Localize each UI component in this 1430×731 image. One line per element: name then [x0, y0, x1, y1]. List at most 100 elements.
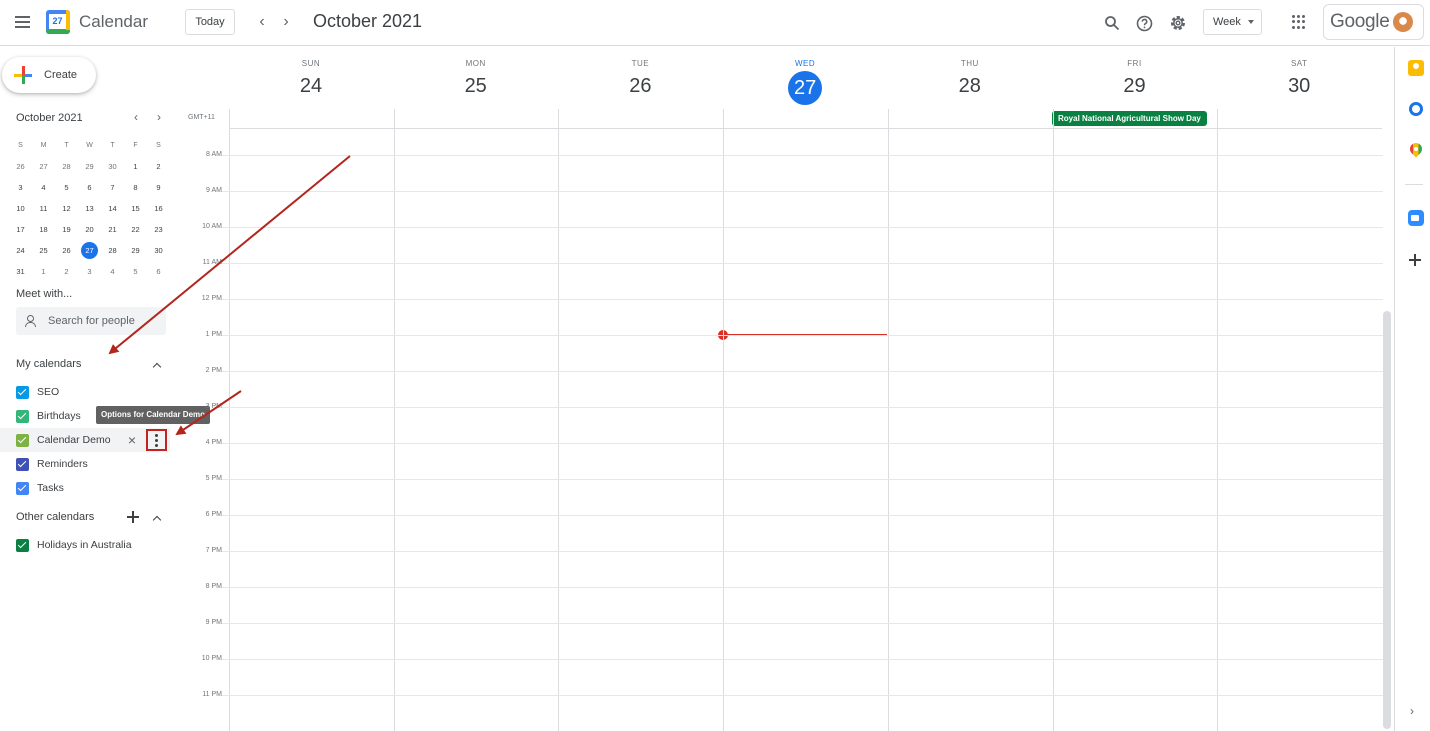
- day-header[interactable]: WED 27: [723, 47, 887, 109]
- main-menu-button[interactable]: [8, 8, 36, 36]
- mini-calendar-day[interactable]: 15: [124, 204, 147, 213]
- calendar-item[interactable]: SEO: [0, 380, 180, 404]
- day-number[interactable]: 26: [558, 75, 722, 98]
- day-number[interactable]: 29: [1053, 75, 1217, 98]
- mini-calendar-day[interactable]: 29: [124, 246, 147, 255]
- mini-calendar-day[interactable]: 31: [9, 267, 32, 276]
- view-selector[interactable]: Week: [1203, 9, 1262, 35]
- calendar-item[interactable]: Tasks: [0, 476, 180, 500]
- day-header[interactable]: THU 28: [888, 47, 1052, 109]
- add-other-calendar-icon[interactable]: [126, 510, 140, 524]
- my-calendars-title[interactable]: My calendars: [16, 358, 81, 370]
- day-number[interactable]: 28: [888, 75, 1052, 98]
- mini-calendar-day[interactable]: 3: [78, 267, 101, 276]
- account-button[interactable]: Google: [1323, 4, 1424, 40]
- remove-calendar-icon[interactable]: ×: [126, 433, 138, 447]
- calendar-item[interactable]: Holidays in Australia: [0, 533, 180, 557]
- day-header[interactable]: SAT 30: [1217, 47, 1381, 109]
- mini-calendar-day[interactable]: 13: [78, 204, 101, 213]
- collapse-my-calendars-icon[interactable]: [150, 358, 164, 372]
- mini-calendar-day[interactable]: 29: [78, 162, 101, 171]
- expand-panel-icon[interactable]: ›: [1410, 704, 1414, 718]
- mini-calendar-day[interactable]: 2: [147, 162, 170, 171]
- mini-calendar-day[interactable]: 3: [9, 183, 32, 192]
- previous-week-button[interactable]: ‹: [252, 12, 272, 32]
- hour-gridline: [221, 479, 1383, 480]
- vertical-scrollbar[interactable]: [1383, 311, 1391, 729]
- create-button[interactable]: Create: [2, 57, 96, 93]
- mini-calendar-day[interactable]: 7: [101, 183, 124, 192]
- tasks-icon[interactable]: [1409, 102, 1423, 116]
- mini-calendar-day[interactable]: 9: [147, 183, 170, 192]
- mini-calendar-weekday-row: SMTWTFS: [9, 135, 170, 156]
- mini-calendar-day[interactable]: 12: [55, 204, 78, 213]
- mini-calendar-day[interactable]: 26: [9, 162, 32, 171]
- keep-icon[interactable]: [1408, 60, 1424, 76]
- mini-calendar-day[interactable]: 11: [32, 204, 55, 213]
- mini-calendar-day[interactable]: 10: [9, 204, 32, 213]
- mini-calendar-next-button[interactable]: ›: [152, 110, 166, 124]
- mini-calendar-day[interactable]: 5: [124, 267, 147, 276]
- calendar-item[interactable]: Reminders: [0, 452, 180, 476]
- calendar-checkbox[interactable]: [16, 409, 29, 423]
- mini-calendar-day[interactable]: 26: [55, 246, 78, 255]
- other-calendars-title[interactable]: Other calendars: [16, 511, 94, 523]
- mini-calendar-day[interactable]: 30: [101, 162, 124, 171]
- mini-calendar-day[interactable]: 21: [101, 225, 124, 234]
- mini-calendar-day[interactable]: 23: [147, 225, 170, 234]
- day-header[interactable]: SUN 24: [229, 47, 393, 109]
- mini-calendar-day[interactable]: 17: [9, 225, 32, 234]
- mini-calendar-day[interactable]: 20: [78, 225, 101, 234]
- mini-calendar-day[interactable]: 6: [78, 183, 101, 192]
- today-button[interactable]: Today: [185, 9, 235, 35]
- mini-calendar-day[interactable]: 2: [55, 267, 78, 276]
- calendar-checkbox[interactable]: [16, 481, 29, 495]
- time-grid[interactable]: Royal National Agricultural Show Day 8 A…: [202, 109, 1383, 731]
- day-header[interactable]: TUE 26: [558, 47, 722, 109]
- mini-calendar-day[interactable]: 4: [32, 183, 55, 192]
- mini-calendar-day[interactable]: 27: [32, 162, 55, 171]
- next-week-button[interactable]: ›: [276, 12, 296, 32]
- mini-calendar-day[interactable]: 30: [147, 246, 170, 255]
- day-number[interactable]: 30: [1217, 75, 1381, 98]
- mini-calendar-today[interactable]: 27: [78, 242, 101, 259]
- mini-calendar-day[interactable]: 18: [32, 225, 55, 234]
- google-apps-button[interactable]: [1292, 15, 1306, 29]
- hour-label: 10 PM: [201, 655, 222, 662]
- mini-calendar-day[interactable]: 19: [55, 225, 78, 234]
- mini-calendar-day[interactable]: 8: [124, 183, 147, 192]
- calendar-checkbox[interactable]: [16, 457, 29, 471]
- zoom-addon-icon[interactable]: [1408, 210, 1424, 226]
- mini-calendar-day[interactable]: 16: [147, 204, 170, 213]
- mini-calendar-day[interactable]: 28: [55, 162, 78, 171]
- calendar-item[interactable]: Calendar Demo ×: [0, 428, 170, 452]
- all-day-event[interactable]: Royal National Agricultural Show Day: [1052, 111, 1207, 126]
- settings-button[interactable]: [1167, 12, 1189, 34]
- mini-calendar-day[interactable]: 5: [55, 183, 78, 192]
- calendar-checkbox[interactable]: [16, 433, 29, 447]
- day-number[interactable]: 24: [229, 75, 393, 98]
- mini-calendar-day[interactable]: 6: [147, 267, 170, 276]
- day-number[interactable]: 25: [394, 75, 558, 98]
- search-people-input[interactable]: Search for people: [16, 307, 166, 335]
- mini-calendar-day[interactable]: 24: [9, 246, 32, 255]
- mini-calendar-day[interactable]: 22: [124, 225, 147, 234]
- mini-calendar-day[interactable]: 28: [101, 246, 124, 255]
- mini-calendar-day[interactable]: 1: [32, 267, 55, 276]
- calendar-checkbox[interactable]: [16, 385, 29, 399]
- maps-icon[interactable]: [1410, 143, 1422, 159]
- mini-calendar-day[interactable]: 1: [124, 162, 147, 171]
- help-button[interactable]: [1133, 12, 1155, 34]
- day-header[interactable]: FRI 29: [1053, 47, 1217, 109]
- mini-calendar-day[interactable]: 14: [101, 204, 124, 213]
- calendar-options-button[interactable]: [146, 429, 167, 451]
- mini-calendar-prev-button[interactable]: ‹: [129, 110, 143, 124]
- mini-calendar-day[interactable]: 25: [32, 246, 55, 255]
- mini-calendar-day[interactable]: 4: [101, 267, 124, 276]
- calendar-checkbox[interactable]: [16, 538, 29, 552]
- day-header[interactable]: MON 25: [394, 47, 558, 109]
- search-button[interactable]: [1101, 12, 1123, 34]
- collapse-other-calendars-icon[interactable]: [150, 511, 164, 525]
- today-date-badge[interactable]: 27: [788, 71, 823, 105]
- get-addons-icon[interactable]: [1408, 253, 1424, 269]
